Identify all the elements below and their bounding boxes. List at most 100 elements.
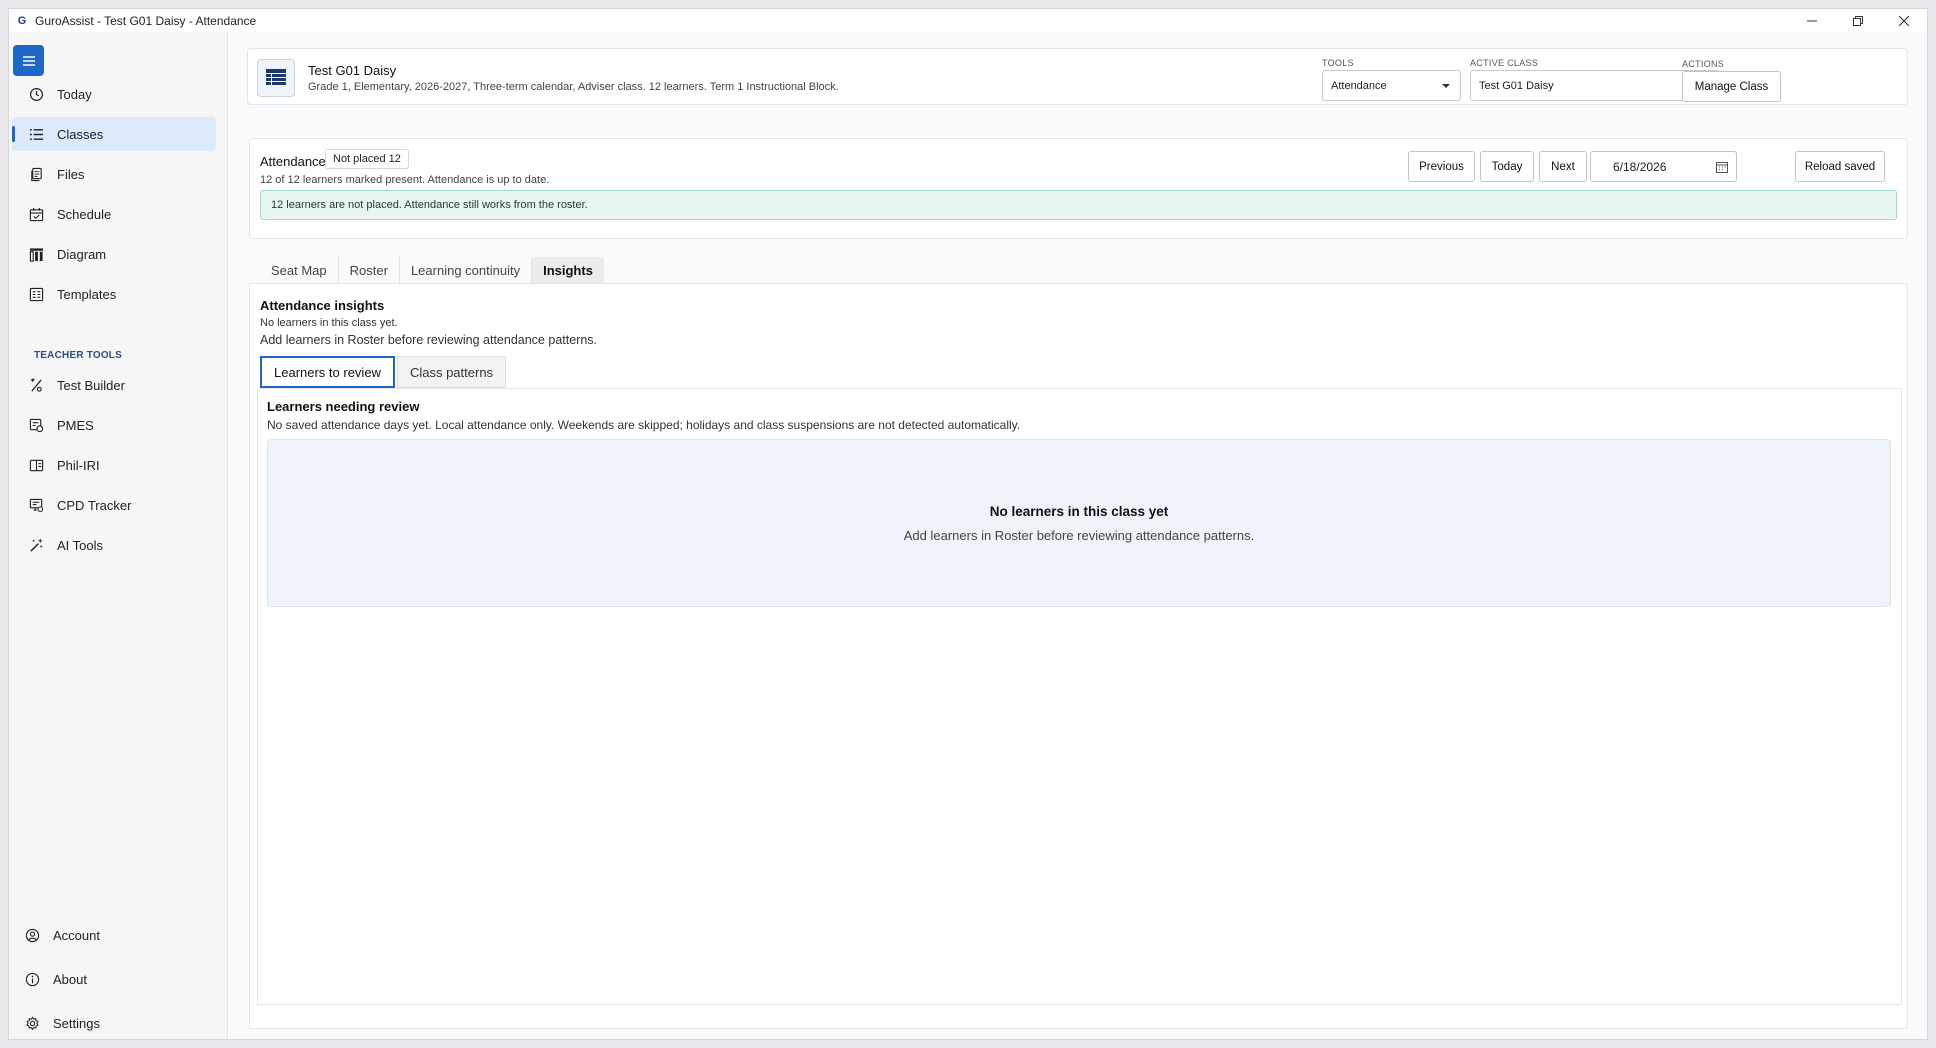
minimize-button[interactable] xyxy=(1789,9,1835,32)
subtab-class-patterns[interactable]: Class patterns xyxy=(396,356,507,388)
not-placed-badge: Not placed 12 xyxy=(325,149,409,169)
not-placed-notice: 12 learners are not placed. Attendance s… xyxy=(260,190,1897,220)
sidebar-item-ai-tools[interactable]: AI Tools xyxy=(12,528,216,562)
date-picker[interactable]: 6/18/2026 xyxy=(1590,151,1737,182)
sidebar-item-label: Diagram xyxy=(57,246,107,262)
sidebar-item-label: AI Tools xyxy=(57,537,104,553)
sidebar-item-label: PMES xyxy=(57,417,94,433)
list-icon xyxy=(28,126,44,142)
pmes-icon xyxy=(28,417,44,433)
percent-icon xyxy=(28,377,44,393)
insights-no-learners: No learners in this class yet. xyxy=(260,317,398,329)
insights-title: Attendance insights xyxy=(260,298,385,313)
app-window: G GuroAssist - Test G01 Daisy - Attendan… xyxy=(8,8,1928,1040)
subtab-learners-to-review[interactable]: Learners to review xyxy=(260,356,395,388)
tools-select-value: Attendance xyxy=(1331,79,1387,92)
sidebar-item-cpd-tracker[interactable]: CPD Tracker xyxy=(12,488,216,522)
sidebar-item-settings[interactable]: Settings xyxy=(12,1006,216,1040)
sidebar-item-templates[interactable]: Templates xyxy=(12,277,216,311)
close-icon xyxy=(1899,15,1909,26)
gear-icon xyxy=(24,1015,40,1031)
tab-seat-map[interactable]: Seat Map xyxy=(260,257,339,283)
empty-state-title: No learners in this class yet xyxy=(989,504,1169,519)
sidebar-item-phil-iri[interactable]: Phil-IRI xyxy=(12,448,216,482)
class-name: Test G01 Daisy xyxy=(308,63,397,78)
templates-icon xyxy=(28,286,44,302)
tab-learning-continuity[interactable]: Learning continuity xyxy=(400,257,533,283)
date-picker-value: 6/18/2026 xyxy=(1613,159,1667,174)
sidebar-item-label: Today xyxy=(57,86,92,102)
window-title: GuroAssist - Test G01 Daisy - Attendance xyxy=(35,13,257,28)
attendance-summary: 12 of 12 learners marked present. Attend… xyxy=(260,174,550,186)
sidebar-item-diagram[interactable]: Diagram xyxy=(12,237,216,271)
teacher-tools-section-label: TEACHER TOOLS xyxy=(34,350,122,361)
calendar-icon xyxy=(1716,161,1728,176)
restore-icon xyxy=(1853,15,1863,26)
tab-insights[interactable]: Insights xyxy=(532,257,604,283)
sidebar-item-about[interactable]: About xyxy=(12,962,216,996)
class-table-icon xyxy=(257,59,295,97)
review-title: Learners needing review xyxy=(267,399,420,414)
sidebar-item-label: Settings xyxy=(53,1015,100,1031)
sidebar-item-label: Templates xyxy=(57,286,117,302)
clock-icon xyxy=(28,86,44,102)
magic-wand-icon xyxy=(28,537,44,553)
manage-class-button[interactable]: Manage Class xyxy=(1682,71,1781,102)
actions-label: ACTIONS xyxy=(1682,59,1725,69)
learners-review-section: Learners needing review No saved attenda… xyxy=(257,388,1902,1005)
class-meta: Grade 1, Elementary, 2026-2027, Three-te… xyxy=(308,81,839,93)
today-button[interactable]: Today xyxy=(1480,151,1534,182)
reload-saved-button[interactable]: Reload saved xyxy=(1795,151,1885,182)
insights-subtabs: Learners to review Class patterns xyxy=(260,356,508,388)
sidebar: Today Classes Files Schedule Diagram Tem… xyxy=(9,32,228,1039)
active-class-select-value: Test G01 Daisy xyxy=(1479,79,1554,92)
tab-roster[interactable]: Roster xyxy=(339,257,400,283)
sidebar-item-label: CPD Tracker xyxy=(57,497,132,513)
main-content: Test G01 Daisy Grade 1, Elementary, 2026… xyxy=(229,32,1927,1039)
sidebar-item-label: About xyxy=(53,971,87,987)
sidebar-item-test-builder[interactable]: Test Builder xyxy=(12,368,216,402)
account-icon xyxy=(24,927,40,943)
insights-hint: Add learners in Roster before reviewing … xyxy=(260,333,597,347)
info-icon xyxy=(24,971,40,987)
tools-select[interactable]: Attendance xyxy=(1322,70,1461,101)
hamburger-icon xyxy=(22,55,35,66)
sidebar-item-label: Phil-IRI xyxy=(57,457,100,473)
sidebar-item-today[interactable]: Today xyxy=(12,77,216,111)
attendance-card: Attendance Not placed 12 12 of 12 learne… xyxy=(249,138,1908,239)
review-description: No saved attendance days yet. Local atte… xyxy=(267,418,1021,432)
diagram-icon xyxy=(28,246,44,262)
restore-button[interactable] xyxy=(1835,9,1881,32)
sidebar-item-account[interactable]: Account xyxy=(12,918,216,952)
window-controls xyxy=(1789,9,1927,32)
close-button[interactable] xyxy=(1881,9,1927,32)
sidebar-item-label: Schedule xyxy=(57,206,112,222)
previous-button[interactable]: Previous xyxy=(1408,151,1475,182)
sidebar-item-classes[interactable]: Classes xyxy=(12,117,216,151)
attendance-title: Attendance xyxy=(260,154,326,169)
insights-panel: Attendance insights No learners in this … xyxy=(249,283,1908,1029)
files-icon xyxy=(28,166,44,182)
tools-label: TOOLS xyxy=(1322,58,1354,68)
empty-state: No learners in this class yet Add learne… xyxy=(267,439,1891,607)
calendar-icon xyxy=(28,206,44,222)
sidebar-item-label: Files xyxy=(57,166,85,182)
active-class-label: ACTIVE CLASS xyxy=(1470,58,1539,68)
empty-state-message: Add learners in Roster before reviewing … xyxy=(903,528,1255,543)
hamburger-menu-button[interactable] xyxy=(13,45,44,76)
book-icon xyxy=(28,457,44,473)
sidebar-item-label: Test Builder xyxy=(57,377,125,393)
sidebar-item-files[interactable]: Files xyxy=(12,157,216,191)
app-logo-icon: G xyxy=(17,14,27,27)
class-header: Test G01 Daisy Grade 1, Elementary, 2026… xyxy=(247,48,1908,105)
sidebar-item-pmes[interactable]: PMES xyxy=(12,408,216,442)
attendance-tabs: Seat Map Roster Learning continuity Insi… xyxy=(260,257,604,283)
tracker-icon xyxy=(28,497,44,513)
sidebar-item-label: Account xyxy=(53,927,100,943)
chevron-down-icon xyxy=(1442,84,1450,88)
minimize-icon xyxy=(1807,20,1817,21)
sidebar-item-schedule[interactable]: Schedule xyxy=(12,197,216,231)
title-bar: G GuroAssist - Test G01 Daisy - Attendan… xyxy=(9,9,1927,32)
next-button[interactable]: Next xyxy=(1539,151,1587,182)
sidebar-item-label: Classes xyxy=(57,126,104,142)
